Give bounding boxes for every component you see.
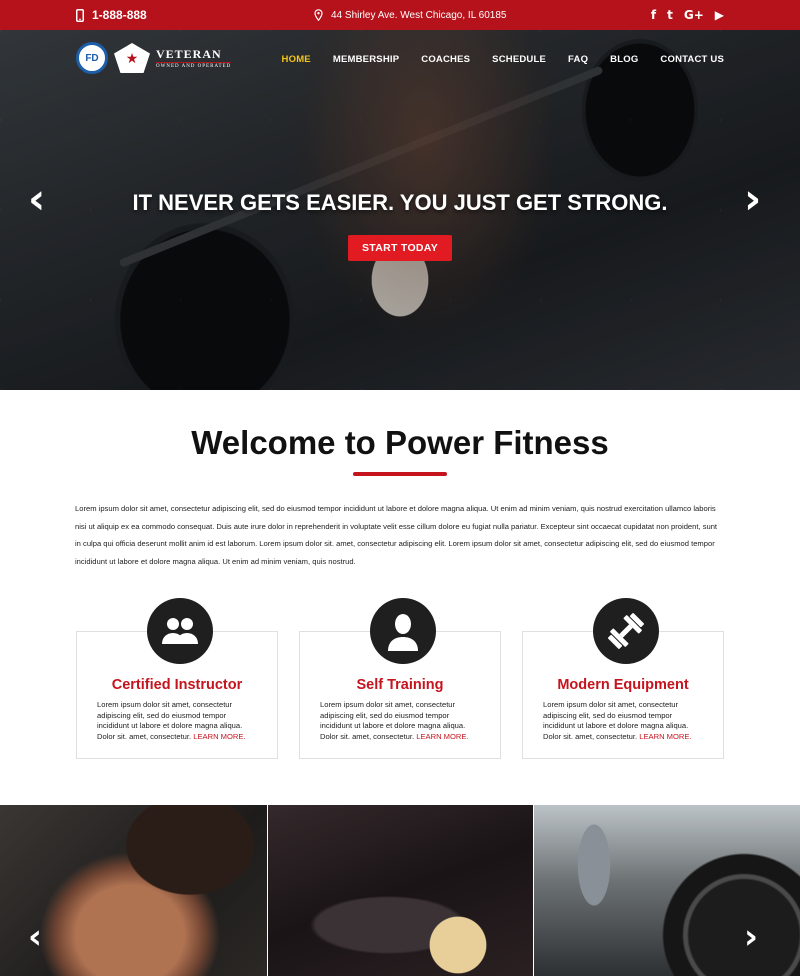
nav-membership[interactable]: MEMBERSHIP [333,54,399,65]
address-contact: 44 Shirley Ave. West Chicago, IL 60185 [314,0,506,30]
veteran-star-icon: ★ [114,43,150,73]
welcome-title: Welcome to Power Fitness [191,424,609,461]
dumbbell-icon [593,598,659,664]
gallery-slider: ‹ › [0,805,800,976]
gallery-image-situps[interactable] [268,805,533,976]
hero-slider: IT NEVER GETS EASIER. YOU JUST GET STRON… [0,30,800,390]
feature-text: Lorem ipsum dolor sit amet, consectetur … [97,700,246,741]
gallery-next-arrow-icon[interactable]: › [744,920,758,954]
feature-title: Certified Instructor [111,677,243,693]
top-bar: 1-888-888 44 Shirley Ave. West Chicago, … [0,0,800,30]
google-plus-icon[interactable]: G+ [684,8,704,22]
nav-home[interactable]: HOME [282,54,311,65]
map-pin-icon [314,9,323,21]
feature-title: Modern Equipment [557,677,689,693]
facebook-icon[interactable]: f [651,8,656,22]
fd-badge-logo: FD [76,42,108,74]
gallery-prev-arrow-icon[interactable]: ‹ [28,920,42,954]
group-icon [147,598,213,664]
feature-title: Self Training [356,677,444,693]
hero-headline: IT NEVER GETS EASIER. YOU JUST GET STRON… [132,190,668,215]
feature-text: Lorem ipsum dolor sit amet, consectetur … [543,700,692,741]
welcome-paragraph: Lorem ipsum dolor sit amet, consectetur … [75,504,718,566]
phone-contact[interactable]: 1-888-888 [76,0,147,30]
address-text: 44 Shirley Ave. West Chicago, IL 60185 [331,9,507,21]
youtube-icon[interactable]: ▶ [715,8,724,22]
veteran-logo-text: VETERAN OWNED AND OPERATED [156,46,232,69]
feature-text: Lorem ipsum dolor sit amet, consectetur … [320,700,469,741]
learn-more-link[interactable]: LEARN MORE. [639,732,691,741]
social-links: f t G+ ▶ [651,0,724,30]
main-nav: HOME MEMBERSHIP COACHES SCHEDULE FAQ BLO… [282,54,724,65]
gallery-image-weights[interactable] [534,805,800,976]
phone-icon [76,8,84,22]
person-icon [370,598,436,664]
nav-schedule[interactable]: SCHEDULE [492,54,546,65]
start-today-button[interactable]: START TODAY [348,235,452,261]
nav-faq[interactable]: FAQ [568,54,588,65]
learn-more-link[interactable]: LEARN MORE. [416,732,468,741]
learn-more-link[interactable]: LEARN MORE. [193,732,245,741]
nav-coaches[interactable]: COACHES [421,54,470,65]
twitter-icon[interactable]: t [667,8,673,22]
nav-contact-us[interactable]: CONTACT US [660,54,724,65]
site-logo[interactable]: FD ★ VETERAN OWNED AND OPERATED [76,42,232,74]
hero-prev-arrow-icon[interactable]: ‹ [28,178,45,220]
nav-blog[interactable]: BLOG [610,54,638,65]
title-divider [353,472,447,476]
phone-number[interactable]: 1-888-888 [92,8,147,22]
hero-next-arrow-icon[interactable]: › [744,178,761,220]
